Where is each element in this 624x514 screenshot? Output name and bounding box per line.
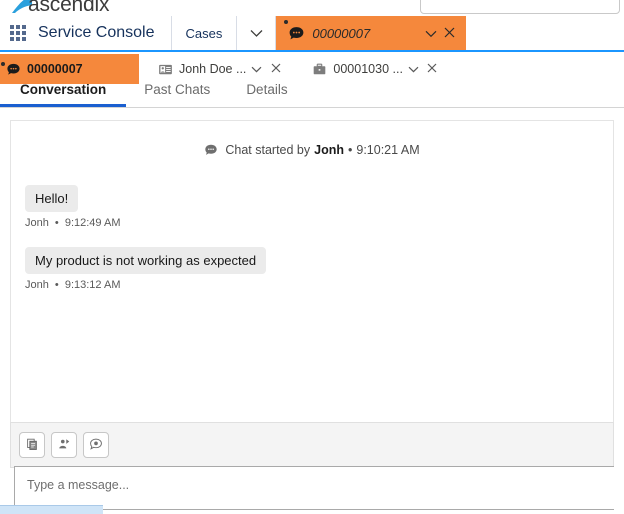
chevron-down-icon bbox=[425, 26, 437, 41]
app-name-label: Service Console bbox=[36, 16, 172, 50]
global-search-box[interactable] bbox=[420, 0, 620, 14]
unread-dot-indicator bbox=[284, 19, 289, 24]
chevron-down-icon bbox=[251, 62, 262, 76]
header-empty-area bbox=[466, 16, 624, 50]
conversation-nav-tabs: Conversation Past Chats Details bbox=[0, 80, 624, 108]
chat-bubble-icon bbox=[284, 19, 305, 42]
chat-started-author: Jonh bbox=[314, 143, 344, 157]
tab-details[interactable]: Details bbox=[228, 80, 305, 104]
chat-transcript-panel: Chat started by Jonh • 9:10:21 AM Hello!… bbox=[10, 120, 614, 422]
workspace-tab-menu-button[interactable] bbox=[422, 26, 440, 41]
contact-card-icon bbox=[158, 62, 173, 77]
chevron-down-icon bbox=[408, 62, 419, 76]
chat-bubble-icon bbox=[6, 62, 21, 77]
close-icon bbox=[271, 62, 281, 76]
top-strip: ascendix bbox=[0, 0, 624, 16]
message-time: 9:12:49 AM bbox=[64, 217, 121, 229]
message-item: Hello! Jonh • 9:12:49 AM bbox=[25, 185, 599, 229]
close-icon bbox=[444, 26, 455, 41]
message-list: Hello! Jonh • 9:12:49 AM My product is n… bbox=[11, 185, 613, 291]
chevron-down-icon bbox=[250, 26, 263, 41]
message-meta: Jonh • 9:12:49 AM bbox=[25, 217, 599, 229]
app-launcher-button[interactable] bbox=[0, 16, 36, 50]
unread-dot-indicator bbox=[1, 62, 5, 66]
workspace-tab-00000007[interactable]: 00000007 bbox=[276, 16, 467, 50]
sub-tab-label: 00000007 bbox=[27, 62, 83, 76]
chat-started-time: 9:10:21 AM bbox=[356, 143, 420, 157]
message-bubble: My product is not working as expected bbox=[25, 247, 267, 274]
bottom-status-strip bbox=[0, 505, 103, 514]
sub-tab-close-button[interactable] bbox=[424, 62, 441, 76]
nav-dropdown-button[interactable] bbox=[237, 16, 277, 50]
console-header: Service Console Cases 00000007 bbox=[0, 16, 624, 52]
tab-conversation[interactable]: Conversation bbox=[0, 80, 127, 107]
message-input[interactable]: Type a message... bbox=[14, 466, 614, 510]
message-meta: Jonh • 9:13:12 AM bbox=[25, 279, 599, 291]
ascendix-logo-text: ascendix bbox=[28, 0, 110, 16]
message-author: Jonh bbox=[25, 217, 49, 229]
sub-tab-label: 00001030 ... bbox=[333, 62, 403, 76]
message-separator: • bbox=[54, 217, 59, 229]
message-separator: • bbox=[54, 279, 59, 291]
chat-transcript-button[interactable] bbox=[19, 432, 45, 458]
workspace-tab-close-button[interactable] bbox=[440, 26, 458, 41]
sub-tab-label: Jonh Doe ... bbox=[179, 62, 247, 76]
chat-started-separator: • bbox=[347, 143, 353, 157]
sub-tab-menu-button[interactable] bbox=[405, 62, 422, 76]
app-launcher-grid-icon bbox=[10, 25, 26, 41]
chat-started-notice: Chat started by Jonh • 9:10:21 AM bbox=[11, 143, 613, 157]
message-item: My product is not working as expected Jo… bbox=[25, 247, 599, 291]
message-author: Jonh bbox=[25, 279, 49, 291]
ascendix-logo: ascendix bbox=[10, 0, 109, 16]
tab-past-chats[interactable]: Past Chats bbox=[126, 80, 228, 104]
sub-tab-close-button[interactable] bbox=[267, 62, 284, 76]
message-time: 9:13:12 AM bbox=[64, 279, 121, 291]
transfer-chat-button[interactable] bbox=[51, 432, 77, 458]
message-bubble: Hello! bbox=[25, 185, 79, 212]
transcript-file-icon bbox=[25, 437, 39, 454]
conversation-bubble-icon bbox=[89, 437, 103, 454]
nav-item-cases[interactable]: Cases bbox=[172, 16, 238, 50]
composer-toolbar bbox=[10, 422, 614, 468]
workspace-tab-label: 00000007 bbox=[312, 25, 371, 41]
transfer-person-icon bbox=[57, 437, 71, 454]
close-icon bbox=[427, 62, 437, 76]
chat-started-prefix: Chat started by bbox=[225, 143, 311, 157]
quick-text-button[interactable] bbox=[83, 432, 109, 458]
chat-bubble-icon bbox=[204, 143, 218, 157]
briefcase-icon bbox=[312, 62, 327, 77]
sub-tab-menu-button[interactable] bbox=[248, 62, 265, 76]
